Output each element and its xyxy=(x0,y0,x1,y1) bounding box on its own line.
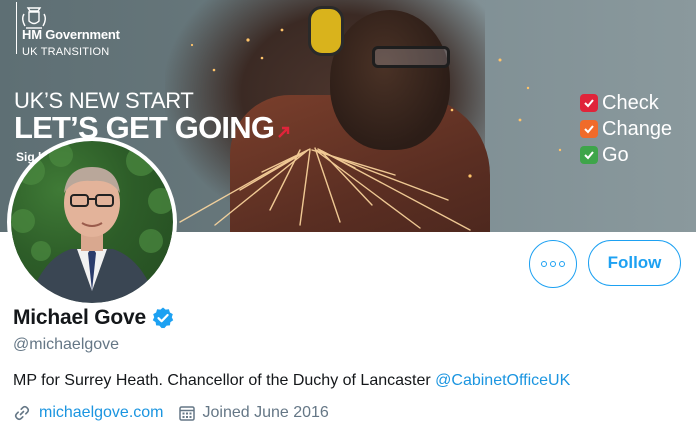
check-icon xyxy=(580,146,598,164)
calendar-icon xyxy=(178,406,195,421)
banner-headline-line2: LET’S GET GOING xyxy=(14,110,275,145)
gov-sub-label: UK TRANSITION xyxy=(22,46,110,58)
checklist-item: Go xyxy=(580,142,672,168)
profile-meta-row: michaelgove.com Joined June 2016 xyxy=(13,404,329,422)
gov-name-label: HM Government xyxy=(22,27,120,42)
banner-checklist: Check Change Go xyxy=(580,90,672,168)
bio-mention-link[interactable]: @CabinetOfficeUK xyxy=(435,372,570,389)
follow-button[interactable]: Follow xyxy=(588,240,681,286)
checklist-item: Change xyxy=(580,116,672,142)
checklist-item: Check xyxy=(580,90,672,116)
more-options-button[interactable] xyxy=(529,240,577,288)
profile-handle: @michaelgove xyxy=(13,336,120,353)
bio-text: MP for Surrey Heath. Chancellor of the D… xyxy=(13,372,436,389)
check-icon xyxy=(580,94,598,112)
arrow-up-right-icon xyxy=(278,126,290,138)
checklist-label: Check xyxy=(602,91,659,114)
profile-joined-date: Joined June 2016 xyxy=(202,404,329,421)
link-icon xyxy=(14,405,30,421)
verified-badge-icon[interactable] xyxy=(151,306,175,330)
profile-name-row: Michael Gove xyxy=(13,306,175,330)
more-options-icon xyxy=(541,261,565,267)
check-icon xyxy=(580,120,598,138)
checklist-label: Go xyxy=(602,143,629,166)
profile-bio: MP for Surrey Heath. Chancellor of the D… xyxy=(13,372,570,390)
avatar-border xyxy=(7,137,177,307)
profile-website-link[interactable]: michaelgove.com xyxy=(39,404,164,422)
profile-display-name: Michael Gove xyxy=(13,306,146,329)
checklist-label: Change xyxy=(602,117,673,140)
